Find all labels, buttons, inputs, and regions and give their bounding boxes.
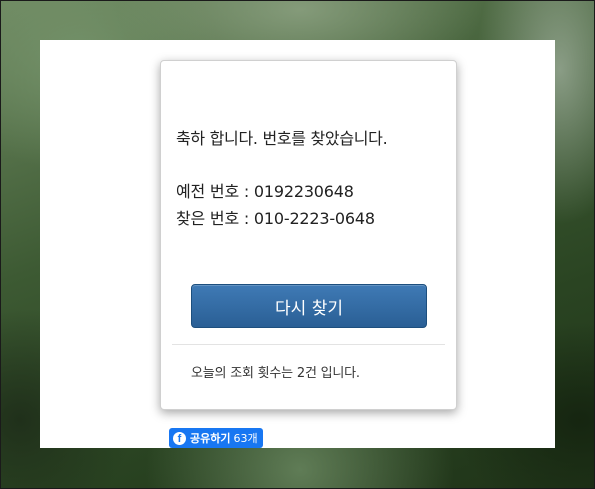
retry-button[interactable]: 다시 찾기 xyxy=(191,284,427,328)
view-count-text: 오늘의 조회 횟수는 2건 입니다. xyxy=(191,366,360,381)
new-number-text: 찾은 번호 : 010-2223-0648 xyxy=(176,209,375,228)
old-number-text: 예전 번호 : 0192230648 xyxy=(176,182,354,201)
share-count: 63개 xyxy=(233,432,258,445)
facebook-share-button[interactable]: f 공유하기 63개 xyxy=(169,428,263,448)
divider xyxy=(172,344,445,345)
congrats-message: 축하 합니다. 번호를 찾았습니다. xyxy=(176,129,388,148)
facebook-icon: f xyxy=(173,431,186,445)
share-label: 공유하기 xyxy=(190,432,231,445)
result-card: 축하 합니다. 번호를 찾았습니다. 예전 번호 : 0192230648 찾은… xyxy=(160,60,457,410)
